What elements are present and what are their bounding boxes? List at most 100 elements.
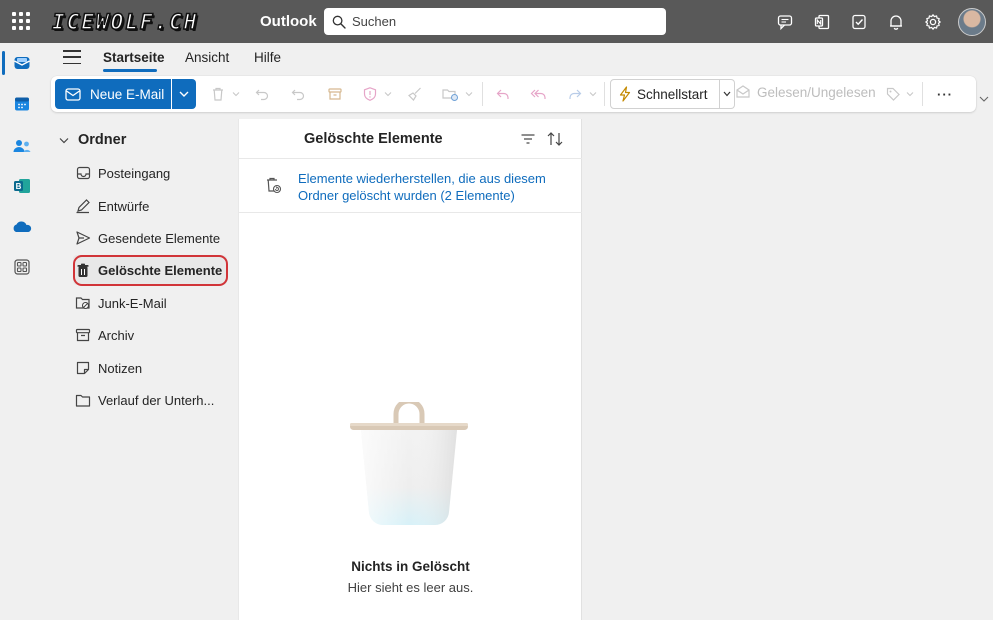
- recover-trash-icon: [267, 177, 282, 194]
- folder-label: Entwürfe: [98, 198, 150, 214]
- bell-icon[interactable]: [878, 4, 914, 40]
- search-box[interactable]: [324, 8, 666, 35]
- toolbar-divider: [482, 82, 483, 106]
- folder-item-verlauf-der-unterhaltungen[interactable]: Verlauf der Unterh...: [75, 385, 227, 415]
- brand-logo[interactable]: ICEWOLF.CH: [51, 8, 198, 36]
- recover-items-banner: Elemente wiederherstellen, die aus diese…: [239, 159, 582, 213]
- chevron-down-icon[interactable]: [906, 90, 914, 98]
- new-mail-button[interactable]: Neue E-Mail: [55, 79, 171, 109]
- folder-icon: [75, 392, 91, 408]
- folder-label: Notizen: [98, 360, 143, 376]
- envelope-open-icon: [736, 85, 750, 98]
- sort-icon[interactable]: [546, 130, 564, 148]
- notes-icon: [75, 360, 91, 376]
- ribbon-toolbar: Neue E-Mail Schnellstart Gelesen/Ungeles…: [51, 76, 976, 112]
- forward-icon[interactable]: [565, 84, 585, 104]
- folder-item-junk-e-mail[interactable]: Junk-E-Mail: [75, 288, 227, 318]
- folder-label: Gelöschte Elemente: [98, 262, 223, 278]
- folder-label: Archiv: [98, 327, 135, 343]
- archive-icon: [75, 327, 91, 343]
- quick-steps-dropdown[interactable]: [719, 79, 735, 109]
- app-rail: B: [0, 43, 44, 620]
- ribbon-expand-icon[interactable]: [979, 95, 989, 103]
- report-shield-icon[interactable]: [360, 84, 380, 104]
- calendar-icon[interactable]: [0, 84, 44, 124]
- trash-icon: [75, 262, 91, 278]
- top-bar: ICEWOLF.CH Outlook: [0, 0, 993, 43]
- undo-icon[interactable]: [252, 84, 272, 104]
- filter-icon[interactable]: [519, 130, 537, 148]
- gear-icon[interactable]: [915, 4, 951, 40]
- tab-hilfe[interactable]: Hilfe: [254, 50, 281, 65]
- search-input[interactable]: [352, 14, 652, 29]
- tab-ansicht[interactable]: Ansicht: [185, 50, 229, 65]
- lightning-icon: [619, 86, 631, 102]
- send-icon: [75, 230, 91, 246]
- delete-icon[interactable]: [208, 84, 228, 104]
- chevron-down-icon: [59, 137, 69, 143]
- mail-icon[interactable]: [0, 43, 44, 83]
- todo-icon[interactable]: [841, 4, 877, 40]
- folder-item-geloeschte-elemente[interactable]: Gelöschte Elemente: [73, 255, 227, 285]
- reply-all-icon[interactable]: [529, 84, 549, 104]
- folder-label: Gesendete Elemente: [98, 230, 221, 246]
- message-list-header: Gelöschte Elemente: [239, 119, 582, 159]
- avatar[interactable]: [958, 7, 986, 36]
- chevron-down-icon[interactable]: [232, 90, 240, 98]
- drafts-icon: [75, 198, 91, 214]
- folders-header-label: Ordner: [78, 132, 127, 148]
- onenote-icon[interactable]: [804, 4, 840, 40]
- inbox-icon: [75, 165, 91, 181]
- folder-item-entwuerfe[interactable]: Entwürfe: [75, 191, 227, 221]
- move-to-folder-icon[interactable]: [440, 84, 460, 104]
- rail-active-indicator: [2, 51, 5, 75]
- folder-item-posteingang[interactable]: Posteingang: [75, 158, 227, 188]
- onedrive-icon[interactable]: [0, 207, 44, 247]
- apps-icon[interactable]: [0, 247, 44, 287]
- tag-icon[interactable]: [883, 84, 903, 104]
- message-list-pane: Gelöschte Elemente Elemente wiederherste…: [238, 119, 582, 620]
- empty-state-title: Nichts in Gelöscht: [351, 559, 470, 574]
- junk-icon: [75, 295, 91, 311]
- new-mail-label: Neue E-Mail: [90, 86, 165, 102]
- quick-steps-button[interactable]: Schnellstart: [610, 79, 720, 109]
- new-mail-dropdown[interactable]: [172, 79, 196, 109]
- chevron-down-icon[interactable]: [384, 90, 392, 98]
- chevron-down-icon: [179, 91, 189, 97]
- search-icon: [332, 15, 346, 29]
- reply-icon[interactable]: [493, 84, 513, 104]
- empty-state-subtitle: Hier sieht es leer aus.: [347, 580, 474, 595]
- quick-steps-label: Schnellstart: [637, 86, 708, 102]
- people-icon[interactable]: [0, 126, 44, 166]
- app-launcher-icon[interactable]: [12, 12, 30, 30]
- folder-label: Junk-E-Mail: [98, 295, 167, 311]
- teams-chat-icon[interactable]: [767, 4, 803, 40]
- message-list-title: Gelöschte Elemente: [304, 131, 443, 147]
- read-unread-label: Gelesen/Ungelesen: [757, 84, 876, 100]
- folders-header[interactable]: Ordner: [59, 132, 126, 148]
- undo-all-icon[interactable]: [288, 84, 308, 104]
- archive-icon[interactable]: [325, 84, 345, 104]
- bookings-icon[interactable]: B: [0, 166, 44, 206]
- mail-icon: [65, 87, 81, 101]
- active-tab-indicator: [103, 69, 157, 72]
- folder-label: Posteingang: [98, 165, 171, 181]
- svg-text:B: B: [16, 182, 22, 191]
- chevron-down-icon[interactable]: [589, 90, 597, 98]
- chevron-down-icon[interactable]: [465, 90, 473, 98]
- empty-trash-illustration: [350, 402, 468, 526]
- recover-deleted-items-link[interactable]: Elemente wiederherstellen, die aus diese…: [298, 170, 580, 204]
- chevron-down-icon: [723, 91, 730, 97]
- folder-item-gesendete-elemente[interactable]: Gesendete Elemente: [75, 223, 227, 253]
- sweep-icon[interactable]: [405, 84, 425, 104]
- navigation-menu-icon[interactable]: [63, 50, 81, 64]
- folder-label: Verlauf der Unterh...: [98, 392, 215, 408]
- read-unread-button[interactable]: Gelesen/Ungelesen: [735, 84, 876, 100]
- toolbar-divider: [604, 82, 605, 106]
- folder-item-archiv[interactable]: Archiv: [75, 320, 227, 350]
- app-name[interactable]: Outlook: [260, 13, 317, 30]
- toolbar-divider: [922, 82, 923, 106]
- tab-startseite[interactable]: Startseite: [103, 50, 165, 65]
- more-options-button[interactable]: ···: [935, 84, 955, 104]
- folder-item-notizen[interactable]: Notizen: [75, 353, 227, 383]
